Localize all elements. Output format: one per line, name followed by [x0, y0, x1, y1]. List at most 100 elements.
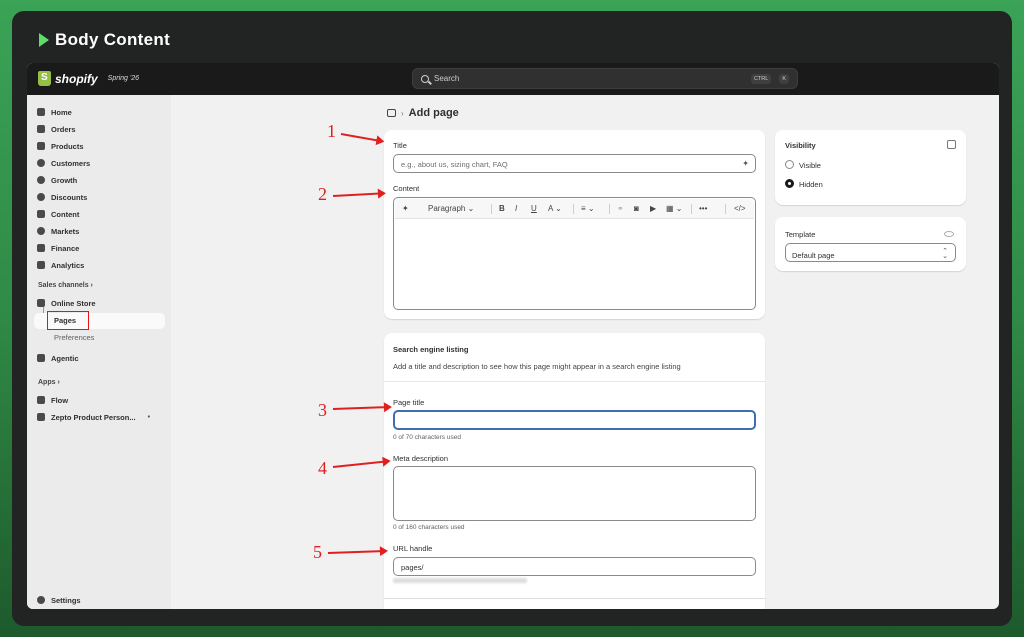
ai-sparkle-icon[interactable]: ✦ — [402, 204, 409, 213]
search-icon — [421, 74, 429, 83]
template-heading: Template — [785, 230, 816, 239]
url-handle-input[interactable]: pages/ — [393, 557, 756, 576]
footer-divider — [384, 598, 765, 599]
text-color-button[interactable]: A ⌄ — [548, 204, 562, 213]
hidden-radio[interactable] — [785, 179, 794, 188]
text-color-label: A — [548, 204, 553, 213]
sidebar-item-home[interactable]: Home — [37, 105, 72, 119]
underline-button[interactable]: U — [531, 204, 537, 213]
title-placeholder: e.g., about us, sizing chart, FAQ — [401, 160, 508, 169]
seo-divider — [384, 381, 765, 382]
table-icon[interactable]: ▦ ⌄ — [666, 204, 682, 213]
toolbar-divider — [609, 204, 610, 214]
url-handle-label: URL handle — [393, 544, 433, 553]
annotation-highlight-box — [47, 311, 89, 330]
toolbar-divider — [491, 204, 492, 214]
breadcrumb: › Add page — [387, 107, 459, 119]
toolbar-divider — [573, 204, 574, 214]
chart-icon — [37, 261, 45, 269]
sidebar-item-label: Content — [51, 209, 80, 219]
sidebar-item-finance[interactable]: Finance — [37, 241, 79, 255]
sidebar-item-label: Online Store — [51, 298, 96, 308]
sidebar-item-products[interactable]: Products — [37, 139, 84, 153]
title-input[interactable]: e.g., about us, sizing chart, FAQ ✦ — [393, 154, 756, 173]
flow-icon — [37, 396, 45, 404]
annotation-5: 5 — [313, 542, 322, 562]
visible-label: Visible — [799, 161, 821, 170]
blurred-url-preview — [393, 578, 527, 583]
sidebar-item-zepto[interactable]: Zepto Product Person... • — [37, 410, 150, 424]
sparkle-icon[interactable]: ✦ — [742, 159, 749, 168]
shortcut-ctrl: CTRL — [750, 73, 772, 84]
store-icon[interactable] — [387, 109, 396, 117]
sidebar-item-label: Growth — [51, 175, 78, 185]
sidebar-item-preferences[interactable]: Preferences — [54, 333, 94, 342]
shopify-admin: shopify Spring '26 Search CTRL K Home Or… — [27, 63, 999, 609]
shopify-logo[interactable]: shopify Spring '26 — [38, 71, 139, 86]
video-icon[interactable]: ▶ — [650, 204, 656, 213]
meta-description-textarea[interactable] — [393, 466, 756, 521]
agentic-icon — [37, 354, 45, 362]
breadcrumb-separator: › — [401, 108, 404, 118]
sidebar-item-agentic[interactable]: Agentic — [37, 351, 79, 365]
sidebar-item-label: Flow — [51, 395, 69, 405]
seo-card: Search engine listing Add a title and de… — [384, 333, 765, 609]
sidebar: Home Orders Products Customers Growth Di… — [27, 95, 171, 609]
annotation-1: 1 — [327, 121, 336, 141]
gear-icon — [37, 596, 45, 604]
sidebar-item-label: Settings — [51, 595, 81, 605]
content-icon — [37, 210, 45, 218]
brand-name: shopify — [55, 71, 98, 86]
page-title: Add page — [408, 107, 459, 119]
annotation-3: 3 — [318, 400, 327, 420]
annotation-4: 4 — [318, 458, 327, 478]
sidebar-item-growth[interactable]: Growth — [37, 173, 77, 187]
sidebar-item-label: Home — [51, 107, 72, 117]
inbox-icon — [37, 125, 45, 133]
paragraph-label: Paragraph — [428, 204, 466, 213]
sidebar-item-discounts[interactable]: Discounts — [37, 190, 87, 204]
sidebar-item-content[interactable]: Content — [37, 207, 79, 221]
align-button[interactable]: ≡ ⌄ — [581, 204, 595, 213]
template-value: Default page — [792, 251, 835, 260]
search-bar[interactable]: Search CTRL K — [412, 68, 798, 89]
discount-icon — [37, 193, 45, 201]
eye-icon[interactable] — [944, 231, 954, 237]
visibility-heading: Visibility — [785, 141, 816, 150]
bold-button[interactable]: B — [499, 204, 505, 213]
sidebar-item-label: Markets — [51, 226, 80, 236]
sales-channels-heading[interactable]: Sales channels › — [38, 282, 93, 289]
frame-title-text: Body Content — [55, 30, 171, 49]
sidebar-item-orders[interactable]: Orders — [37, 122, 76, 136]
sidebar-item-settings[interactable]: Settings — [37, 593, 81, 607]
seo-heading: Search engine listing — [393, 345, 469, 354]
italic-button[interactable]: I — [515, 204, 517, 213]
shortcut-k: K — [779, 73, 789, 84]
sidebar-item-label: Orders — [51, 124, 76, 134]
page-title-help: 0 of 70 characters used — [393, 434, 461, 441]
home-icon — [37, 108, 45, 116]
tag-icon — [37, 142, 45, 150]
meta-description-help: 0 of 160 characters used — [393, 524, 465, 531]
title-label: Title — [393, 141, 407, 150]
sidebar-item-markets[interactable]: Markets — [37, 224, 79, 238]
sidebar-item-analytics[interactable]: Analytics — [37, 258, 84, 272]
calendar-settings-icon[interactable] — [947, 140, 956, 149]
template-select[interactable]: Default page ⌃ ⌄ — [785, 243, 956, 262]
globe-icon — [37, 227, 45, 235]
link-icon[interactable]: ⚭ — [617, 204, 624, 213]
sidebar-item-label: Zepto Product Person... — [51, 412, 136, 422]
content-editor[interactable]: ✦ Paragraph ⌄ B I U A ⌄ ≡ ⌄ ⚭ ◙ ▶ ▦ ⌄ ••… — [393, 197, 756, 310]
code-view-button[interactable]: </> — [734, 204, 746, 213]
sidebar-item-flow[interactable]: Flow — [37, 393, 68, 407]
template-card: Template Default page ⌃ ⌄ — [775, 217, 966, 271]
image-icon[interactable]: ◙ — [634, 204, 639, 213]
sidebar-item-customers[interactable]: Customers — [37, 156, 90, 170]
apps-heading[interactable]: Apps › — [38, 379, 60, 386]
visible-radio[interactable] — [785, 160, 794, 169]
page-title-input[interactable] — [393, 410, 756, 430]
paragraph-select[interactable]: Paragraph ⌄ — [428, 204, 474, 213]
more-options-button[interactable]: ••• — [699, 204, 707, 213]
sidebar-item-label: Finance — [51, 243, 80, 253]
person-icon — [37, 159, 45, 167]
